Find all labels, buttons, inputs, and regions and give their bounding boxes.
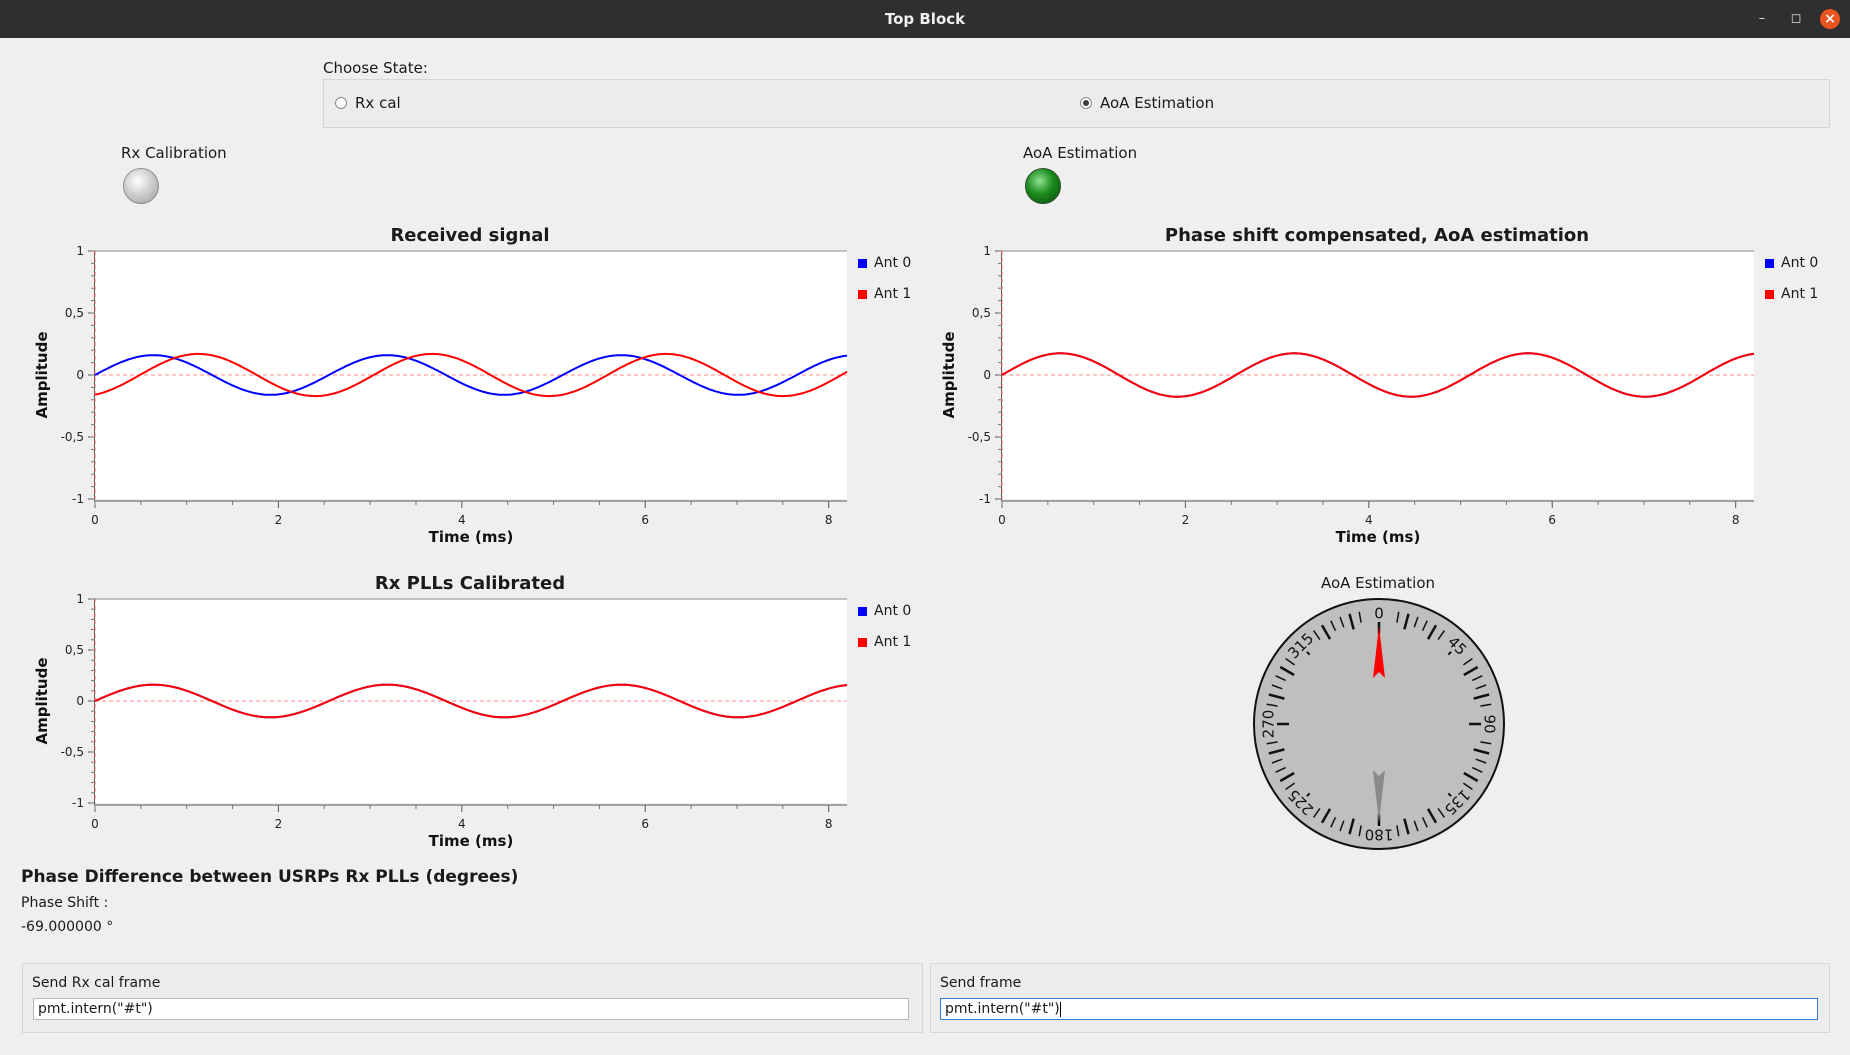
plot-calibrated[interactable]: 1 0,5 0 -0,5 -1 0 2 4 6 8 Time (ms) Amplitude	[20, 593, 850, 856]
y-tick-label: 0	[76, 694, 84, 708]
x-tick-label: 4	[458, 513, 466, 527]
compass-label-0: 0	[1374, 605, 1384, 623]
window-titlebar: Top Block – ◻ ×	[0, 0, 1850, 38]
plot-title-received: Received signal	[390, 225, 550, 246]
legend-swatch-ant1	[1765, 289, 1774, 299]
send-rx-cal-frame-label: Send Rx cal frame	[32, 975, 161, 991]
x-tick-label: 6	[641, 817, 649, 831]
x-tick-label: 6	[1548, 513, 1556, 527]
y-tick-label: 0,5	[65, 306, 84, 320]
phase-heading: Phase Difference between USRPs Rx PLLs (…	[21, 867, 519, 887]
x-tick-label: 4	[458, 817, 466, 831]
x-tick-label: 0	[998, 513, 1006, 527]
legend-label-ant1: Ant 1	[1781, 286, 1819, 302]
legend-received: Ant 0 Ant 1	[858, 253, 911, 315]
y-axis-label: Amplitude	[33, 657, 51, 744]
aoa-compass: 04590135180225270315	[1253, 598, 1505, 850]
legend-swatch-ant0	[1765, 258, 1774, 268]
y-tick-label: 0,5	[972, 306, 991, 320]
x-tick-label: 2	[275, 513, 283, 527]
legend-item-ant0: Ant 0	[858, 253, 911, 273]
legend-label-ant0: Ant 0	[874, 603, 912, 619]
x-tick-label: 2	[275, 817, 283, 831]
legend-calibrated: Ant 0 Ant 1	[858, 601, 911, 663]
y-tick-label: -0,5	[61, 430, 84, 444]
y-tick-label: -0,5	[61, 745, 84, 759]
x-tick-label: 0	[91, 817, 99, 831]
plot-compensated[interactable]: 1 0,5 0 -0,5 -1 0 2 4 6 8 Time (ms) Amplitude	[927, 245, 1757, 550]
x-axis-label: Time (ms)	[429, 832, 514, 850]
x-tick-label: 4	[1365, 513, 1373, 527]
y-tick-label: 1	[983, 245, 991, 258]
x-axis-label: Time (ms)	[429, 528, 514, 546]
radio-rx-cal-label: Rx cal	[355, 94, 401, 112]
window-title: Top Block	[884, 10, 966, 28]
choose-state-label: Choose State:	[323, 59, 428, 77]
x-axis-label: Time (ms)	[1336, 528, 1421, 546]
y-tick-label: 1	[76, 593, 84, 606]
legend-item-ant0: Ant 0	[1765, 253, 1818, 273]
y-axis-label: Amplitude	[940, 331, 958, 418]
maximize-button[interactable]: ◻	[1786, 9, 1806, 29]
legend-item-ant1: Ant 1	[858, 284, 911, 304]
phase-shift-value: -69.000000 °	[21, 919, 114, 935]
send-frame-group: Send frame pmt.intern("#t")	[930, 963, 1830, 1033]
compass-label-180: 180	[1365, 826, 1394, 844]
x-tick-label: 8	[825, 513, 833, 527]
x-tick-label: 2	[1182, 513, 1190, 527]
legend-swatch-ant1	[858, 289, 867, 299]
radio-aoa-estimation-indicator[interactable]	[1080, 97, 1092, 109]
legend-item-ant0: Ant 0	[858, 601, 911, 621]
phase-shift-label: Phase Shift :	[21, 895, 109, 911]
x-tick-label: 6	[641, 513, 649, 527]
send-rx-cal-frame-group: Send Rx cal frame pmt.intern("#t")	[22, 963, 923, 1033]
x-tick-label: 8	[825, 817, 833, 831]
legend-label-ant1: Ant 1	[874, 634, 912, 650]
legend-item-ant1: Ant 1	[1765, 284, 1818, 304]
plot-title-compensated: Phase shift compensated, AoA estimation	[1164, 225, 1590, 246]
y-tick-label: -1	[979, 492, 991, 506]
y-tick-label: 0,5	[65, 643, 84, 657]
plot-title-calibrated: Rx PLLs Calibrated	[374, 573, 566, 594]
send-rx-cal-frame-input[interactable]: pmt.intern("#t")	[33, 998, 909, 1020]
y-tick-label: 0	[983, 368, 991, 382]
legend-label-ant0: Ant 0	[874, 255, 912, 271]
y-tick-label: 0	[76, 368, 84, 382]
y-tick-label: 1	[76, 245, 84, 258]
radio-rx-cal[interactable]: Rx cal	[335, 94, 401, 112]
y-tick-label: -0,5	[968, 430, 991, 444]
state-chooser-group: Rx cal AoA Estimation	[323, 79, 1830, 128]
y-tick-label: -1	[72, 492, 84, 506]
compass-label-90: 90	[1481, 714, 1499, 733]
legend-compensated: Ant 0 Ant 1	[1765, 253, 1818, 315]
legend-swatch-ant0	[858, 258, 867, 268]
x-tick-label: 8	[1732, 513, 1740, 527]
radio-rx-cal-indicator[interactable]	[335, 97, 347, 109]
send-rx-cal-frame-value: pmt.intern("#t")	[38, 1001, 153, 1017]
minimize-button[interactable]: –	[1752, 9, 1772, 29]
x-tick-label: 0	[91, 513, 99, 527]
plot-received[interactable]: 1 0,5 0 -0,5 -1 0 2 4 6 8 Time (ms) Amplitude	[20, 245, 850, 550]
legend-label-ant1: Ant 1	[874, 286, 912, 302]
y-axis-label: Amplitude	[33, 331, 51, 418]
legend-swatch-ant0	[858, 606, 867, 616]
legend-label-ant0: Ant 0	[1781, 255, 1819, 271]
radio-aoa-estimation-label: AoA Estimation	[1100, 94, 1215, 112]
rx-calibration-label: Rx Calibration	[121, 144, 227, 162]
compass-label-270: 270	[1260, 710, 1278, 739]
aoa-estimation-led-label: AoA Estimation	[1023, 144, 1138, 162]
aoa-estimation-led	[1025, 168, 1061, 204]
legend-swatch-ant1	[858, 637, 867, 647]
send-frame-label: Send frame	[940, 975, 1022, 991]
compass-title: AoA Estimation	[1320, 574, 1436, 592]
rx-calibration-led	[123, 168, 159, 204]
text-caret	[1059, 1001, 1061, 1017]
send-frame-input[interactable]: pmt.intern("#t")	[940, 998, 1818, 1020]
legend-item-ant1: Ant 1	[858, 632, 911, 652]
send-frame-value: pmt.intern("#t")	[945, 1001, 1060, 1017]
radio-aoa-estimation[interactable]: AoA Estimation	[1080, 94, 1214, 112]
close-button[interactable]: ×	[1820, 9, 1840, 29]
y-tick-label: -1	[72, 796, 84, 810]
